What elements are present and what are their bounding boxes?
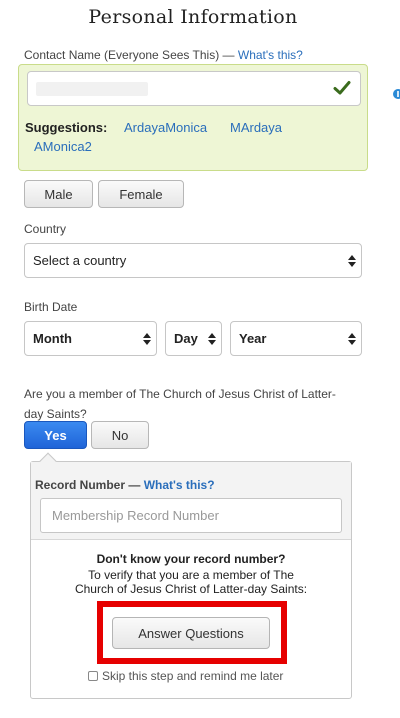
- birth-date-label: Birth Date: [24, 300, 78, 314]
- male-button[interactable]: Male: [24, 180, 93, 208]
- answer-questions-button[interactable]: Answer Questions: [112, 617, 270, 649]
- record-help-text: To verify that you are a member of The C…: [31, 568, 351, 596]
- contact-name-help-link[interactable]: What's this?: [238, 48, 303, 62]
- day-select[interactable]: Day: [165, 321, 222, 356]
- record-number-input[interactable]: Membership Record Number: [40, 498, 342, 533]
- suggestion-link[interactable]: ArdayaMonica: [124, 120, 207, 135]
- contact-name-label-text: Contact Name (Everyone Sees This) —: [24, 48, 238, 62]
- contact-name-value: [36, 82, 148, 96]
- check-icon: [333, 81, 351, 95]
- info-icon[interactable]: [392, 87, 400, 99]
- month-select[interactable]: Month: [24, 321, 157, 356]
- contact-name-panel: Suggestions: ArdayaMonica MArdaya AMonic…: [18, 64, 368, 171]
- record-help-line: To verify that you are a member of The: [88, 568, 294, 582]
- country-label: Country: [24, 222, 67, 236]
- year-select-value: Year: [239, 331, 267, 346]
- skip-step-option[interactable]: Skip this step and remind me later: [88, 669, 283, 683]
- yes-button[interactable]: Yes: [24, 421, 87, 449]
- record-help-title: Don't know your record number?: [96, 552, 286, 566]
- country-select[interactable]: Select a country: [24, 243, 362, 278]
- skip-label: Skip this step and remind me later: [102, 669, 284, 683]
- contact-name-input[interactable]: [27, 71, 361, 106]
- select-arrows-icon: [348, 333, 356, 345]
- female-button[interactable]: Female: [98, 180, 184, 208]
- suggestions-label: Suggestions:: [25, 120, 108, 135]
- record-number-help-link[interactable]: What's this?: [144, 478, 215, 492]
- contact-name-label: Contact Name (Everyone Sees This) — What…: [24, 48, 303, 62]
- year-select[interactable]: Year: [230, 321, 362, 356]
- select-arrows-icon: [208, 333, 216, 345]
- no-button[interactable]: No: [91, 421, 149, 449]
- record-number-label: Record Number — What's this?: [35, 478, 215, 492]
- select-arrows-icon: [348, 255, 356, 267]
- record-number-label-text: Record Number —: [35, 478, 144, 492]
- record-number-header: Record Number — What's this? Membership …: [31, 462, 351, 540]
- suggestion-link[interactable]: MArdaya: [230, 120, 282, 135]
- membership-question-line: Are you a member of The Church of Jesus …: [24, 387, 336, 401]
- page-title: Personal Information: [88, 6, 298, 28]
- select-arrows-icon: [143, 333, 151, 345]
- skip-checkbox[interactable]: [88, 671, 98, 681]
- suggestion-link[interactable]: AMonica2: [34, 139, 92, 154]
- month-select-value: Month: [33, 331, 72, 346]
- membership-question: Are you a member of The Church of Jesus …: [24, 384, 336, 424]
- country-select-value: Select a country: [33, 253, 127, 268]
- record-help-line: Church of Jesus Christ of Latter-day Sai…: [74, 582, 308, 596]
- day-select-value: Day: [174, 331, 198, 346]
